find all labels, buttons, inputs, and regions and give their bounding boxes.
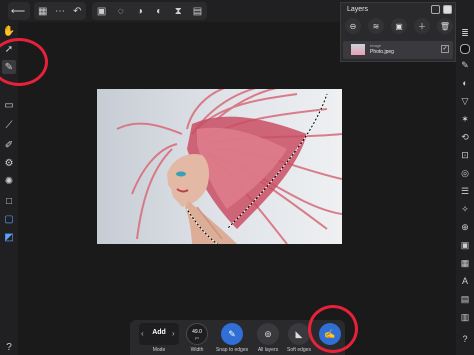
soft-edges-button[interactable]: ◣	[288, 323, 310, 345]
photo-persona-icon[interactable]: ▣	[92, 2, 111, 20]
layer-type: Image	[370, 43, 382, 48]
marquee-tool-icon[interactable]: ▭	[2, 98, 16, 112]
width-label: Width	[190, 347, 204, 353]
color-studio-icon[interactable]	[458, 42, 472, 56]
rectangle-tool-icon[interactable]: ▢	[2, 212, 16, 226]
snap-brush-icon: ✎	[228, 328, 236, 339]
help-grid-icon[interactable]: ▤	[188, 2, 207, 20]
hand-tool-icon[interactable]: ✋	[2, 24, 16, 38]
macro-studio-icon[interactable]: ⊕	[458, 220, 472, 234]
history-studio-icon[interactable]: ⟲	[458, 130, 472, 144]
persona-toolbar-group: ▣ ◌ ◑ ◐ ⧗ ▤	[92, 2, 207, 20]
layers-panel-edit-icon[interactable]	[443, 5, 452, 14]
all-layers-button[interactable]: ⊚	[257, 323, 279, 345]
remove-layer-icon[interactable]: ⊖	[345, 18, 361, 34]
all-layers-label: All layers	[257, 347, 279, 353]
snap-to-edges-button[interactable]: ✎	[221, 323, 243, 345]
layer-stack-icon[interactable]: ≋	[368, 18, 384, 34]
layer-row[interactable]: Image Photo.jpeg ✓	[343, 41, 453, 59]
stock-studio-icon[interactable]: ✧	[458, 202, 472, 216]
swatches-studio-icon[interactable]: ▦	[458, 256, 472, 270]
crop-tool-icon[interactable]: ⟋	[2, 118, 16, 132]
shape-tool-icon[interactable]: □	[2, 194, 16, 208]
effects-studio-icon[interactable]: ▽	[458, 94, 472, 108]
snap-to-edges-label: Snap to edges	[215, 347, 249, 353]
annotation-circle-refine-button	[308, 305, 358, 353]
mode-value: Add	[152, 329, 166, 336]
mode-selector[interactable]: ‹ Add ›	[139, 323, 179, 345]
layers-panel-toolbar: ⊖ ≋ ▣ ＋ 🗑	[345, 18, 453, 36]
documents-grid-icon[interactable]: ▦	[34, 2, 51, 20]
soft-edges-label: Soft edges	[287, 347, 311, 353]
more-dots-icon[interactable]: ⋯	[51, 2, 68, 20]
mode-next-arrow-icon[interactable]: ›	[172, 329, 175, 338]
develop-persona-icon[interactable]: ◑	[130, 2, 149, 20]
gradient-tool-icon[interactable]: ◩	[2, 230, 16, 244]
export-persona-icon[interactable]: ⧗	[169, 2, 188, 20]
paint-brush-tool-icon[interactable]: ✐	[2, 138, 16, 152]
layers-studio-icon[interactable]: ≣	[458, 26, 472, 40]
layers-panel-title: Layers	[347, 6, 369, 13]
document-toolbar-group: ▦ ⋯ ↶	[34, 2, 86, 20]
glyphs-studio-icon[interactable]: ▤	[458, 292, 472, 306]
layer-thumbnail	[351, 44, 365, 55]
right-studio-bar: ≣ ✎ ◐ ▽ ✶ ⟲ ⊡ ◎ ☰ ✧ ⊕ ▣ ▦ A ▤ ▥ ?	[456, 22, 474, 355]
transform-studio-icon[interactable]: ⊡	[458, 148, 472, 162]
layers-panel: Layers ⊖ ≋ ▣ ＋ 🗑 Image Photo.jpeg ✓	[340, 2, 456, 62]
tone-mapping-persona-icon[interactable]: ◐	[150, 2, 169, 20]
clone-tool-icon[interactable]: ⚙	[2, 156, 16, 170]
help-icon[interactable]: ?	[2, 340, 16, 354]
help-circle-icon[interactable]: ?	[458, 332, 472, 346]
snapshots-studio-icon[interactable]: ▣	[458, 238, 472, 252]
annotation-circle-selection-tool	[0, 38, 48, 86]
adjustments-studio-icon[interactable]: ◐	[458, 76, 472, 90]
brushes-studio-icon[interactable]: ✎	[458, 58, 472, 72]
mode-prev-arrow-icon[interactable]: ‹	[141, 329, 144, 338]
undo-icon[interactable]: ↶	[69, 2, 86, 20]
delete-layer-icon[interactable]: 🗑	[437, 18, 453, 34]
photo-image	[97, 89, 342, 244]
back-arrow-icon[interactable]: ⟵	[8, 2, 28, 20]
info-studio-icon[interactable]: ▥	[458, 310, 472, 324]
mode-label: Mode	[152, 347, 166, 353]
channels-studio-icon[interactable]: ☰	[458, 184, 472, 198]
liquify-persona-icon[interactable]: ◌	[111, 2, 130, 20]
layer-visibility-checkbox[interactable]: ✓	[441, 45, 449, 53]
soft-edges-icon: ◣	[295, 328, 303, 339]
width-dial[interactable]: 49.0 px	[186, 323, 208, 345]
layers-panel-options-icon[interactable]	[431, 5, 440, 14]
canvas-photo[interactable]	[97, 89, 342, 244]
styles-studio-icon[interactable]: ✶	[458, 112, 472, 126]
layer-name: Photo.jpeg	[370, 49, 394, 55]
all-layers-icon: ⊚	[264, 328, 272, 339]
width-unit: px	[194, 335, 200, 340]
add-layer-icon[interactable]: ＋	[414, 18, 430, 34]
dodge-tool-icon[interactable]: ✺	[2, 174, 16, 188]
mask-layer-icon[interactable]: ▣	[391, 18, 407, 34]
navigator-studio-icon[interactable]: ◎	[458, 166, 472, 180]
character-studio-icon[interactable]: A	[458, 274, 472, 288]
back-group: ⟵	[8, 2, 30, 20]
